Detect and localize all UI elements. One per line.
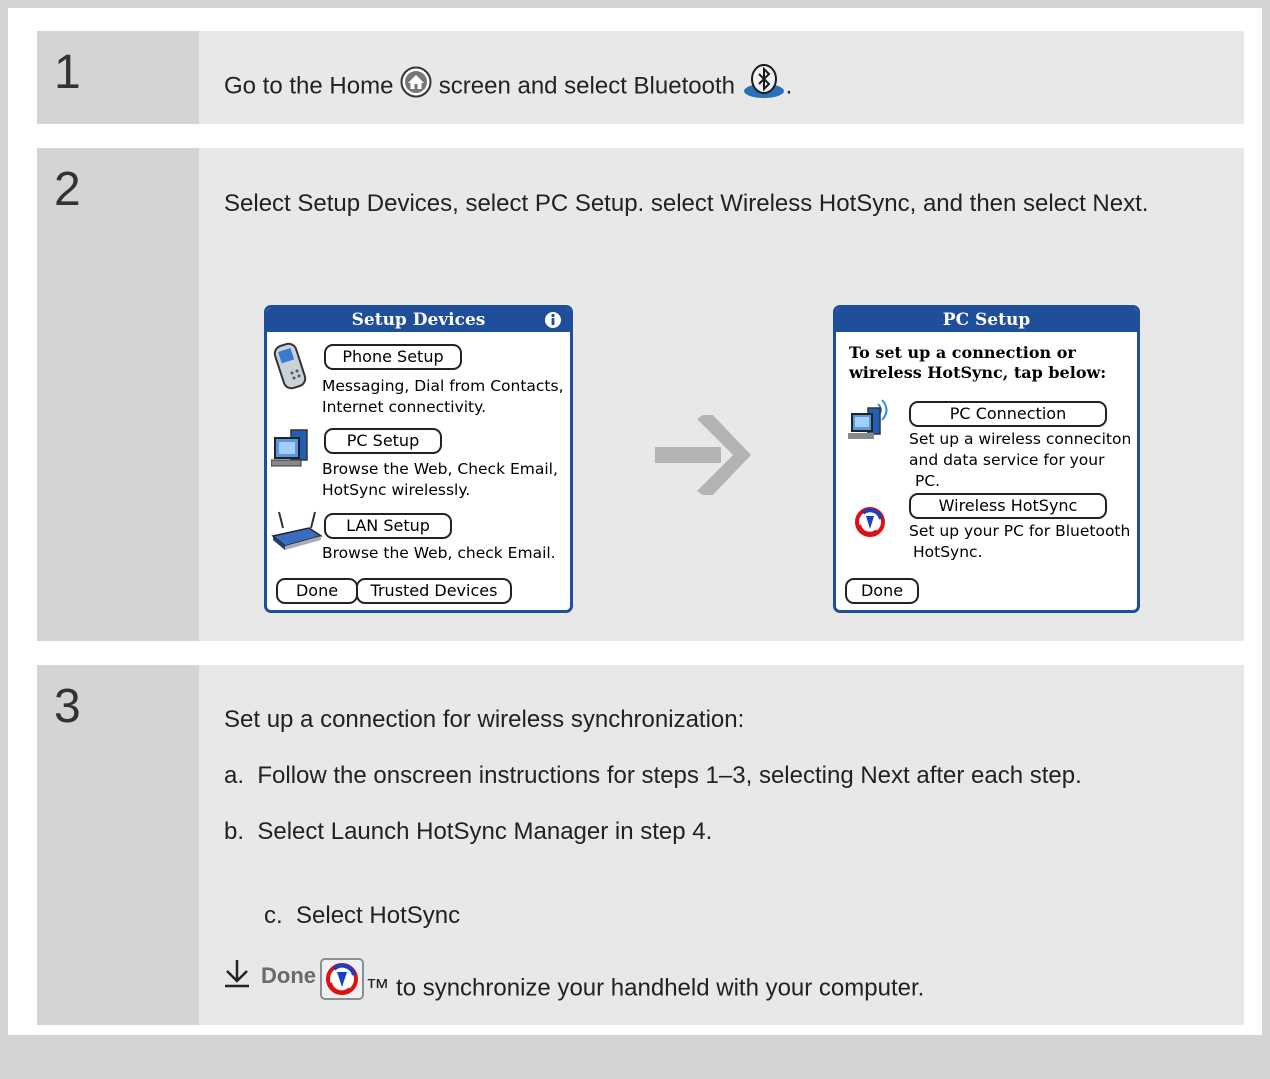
pc-wireless-icon — [848, 396, 896, 448]
lan-desc: Browse the Web, check Email. — [322, 544, 556, 562]
step-1: 1 Go to the Home screen and select Bluet… — [37, 31, 1244, 124]
step-number: 1 — [54, 46, 81, 99]
step-number-box: 3 — [37, 665, 199, 1025]
step-3-content: Set up a connection for wireless synchro… — [224, 665, 1224, 1025]
step-3: 3 Set up a connection for wireless synch… — [37, 665, 1244, 1025]
pc-connection-desc: Set up a wireless conneciton — [909, 430, 1132, 448]
setup-devices-screen: Setup Devices Phone Setup Messaging, Dia… — [264, 305, 573, 613]
step-2: 2 Select Setup Devices, select PC Setup.… — [37, 148, 1244, 641]
hotsync-icon — [853, 505, 887, 543]
step-number: 2 — [54, 163, 81, 216]
router-icon — [271, 510, 323, 558]
step-1-text: Go to the Home screen and select Bluetoo… — [224, 64, 1224, 110]
phone-icon — [273, 341, 313, 395]
done-button[interactable]: Done — [845, 578, 919, 604]
substep-a: a. Follow the onscreen instructions for … — [224, 762, 1082, 789]
pc-connection-button[interactable]: PC Connection — [909, 401, 1107, 427]
phone-desc: Internet connectivity. — [322, 398, 487, 416]
substep-c: c. Select HotSync ™ to synchronize your … — [224, 865, 924, 1079]
wireless-desc: Set up your PC for Bluetooth — [909, 522, 1131, 540]
info-icon[interactable] — [544, 311, 562, 333]
done-button[interactable]: Done — [276, 578, 358, 604]
screen-title: PC Setup — [836, 308, 1137, 332]
step-number-box: 2 — [37, 148, 199, 641]
pc-setup-screen: PC Setup To set up a connection or wirel… — [833, 305, 1140, 613]
phone-setup-button[interactable]: Phone Setup — [324, 344, 462, 370]
lan-setup-button[interactable]: LAN Setup — [324, 513, 452, 539]
substep-b: b. Select Launch HotSync Manager in step… — [224, 818, 713, 845]
step-text: screen and select Bluetooth — [438, 72, 735, 100]
screen-title: Setup Devices — [267, 308, 570, 332]
step-intro: Set up a connection for wireless synchro… — [224, 706, 745, 733]
step-text: . — [785, 72, 793, 100]
step-text: Go to the Home — [224, 72, 394, 100]
step-number-box: 1 — [37, 31, 199, 124]
arrow-right-icon — [653, 411, 753, 500]
pc-connection-desc: and data service for your — [909, 451, 1105, 469]
pc-icon — [270, 426, 319, 474]
phone-desc: Messaging, Dial from Contacts, — [322, 377, 564, 395]
wireless-desc: HotSync. — [913, 543, 983, 561]
pc-setup-heading: wireless HotSync, tap below: — [849, 363, 1107, 382]
bluetooth-icon — [742, 64, 786, 110]
wireless-hotsync-button[interactable]: Wireless HotSync — [909, 493, 1107, 519]
pc-setup-heading: To set up a connection or — [849, 343, 1076, 362]
pc-connection-desc: PC. — [915, 472, 941, 490]
pc-desc: Browse the Web, Check Email, — [322, 460, 558, 478]
step-2-text: Select Setup Devices, select PC Setup. s… — [224, 190, 1149, 217]
step-number: 3 — [54, 680, 81, 733]
pc-desc: HotSync wirelessly. — [322, 481, 471, 499]
done-label: Done — [261, 963, 316, 988]
down-arrow-icon — [224, 958, 250, 998]
pc-setup-button[interactable]: PC Setup — [324, 428, 442, 454]
trusted-devices-button[interactable]: Trusted Devices — [356, 578, 512, 604]
home-icon — [400, 66, 432, 108]
